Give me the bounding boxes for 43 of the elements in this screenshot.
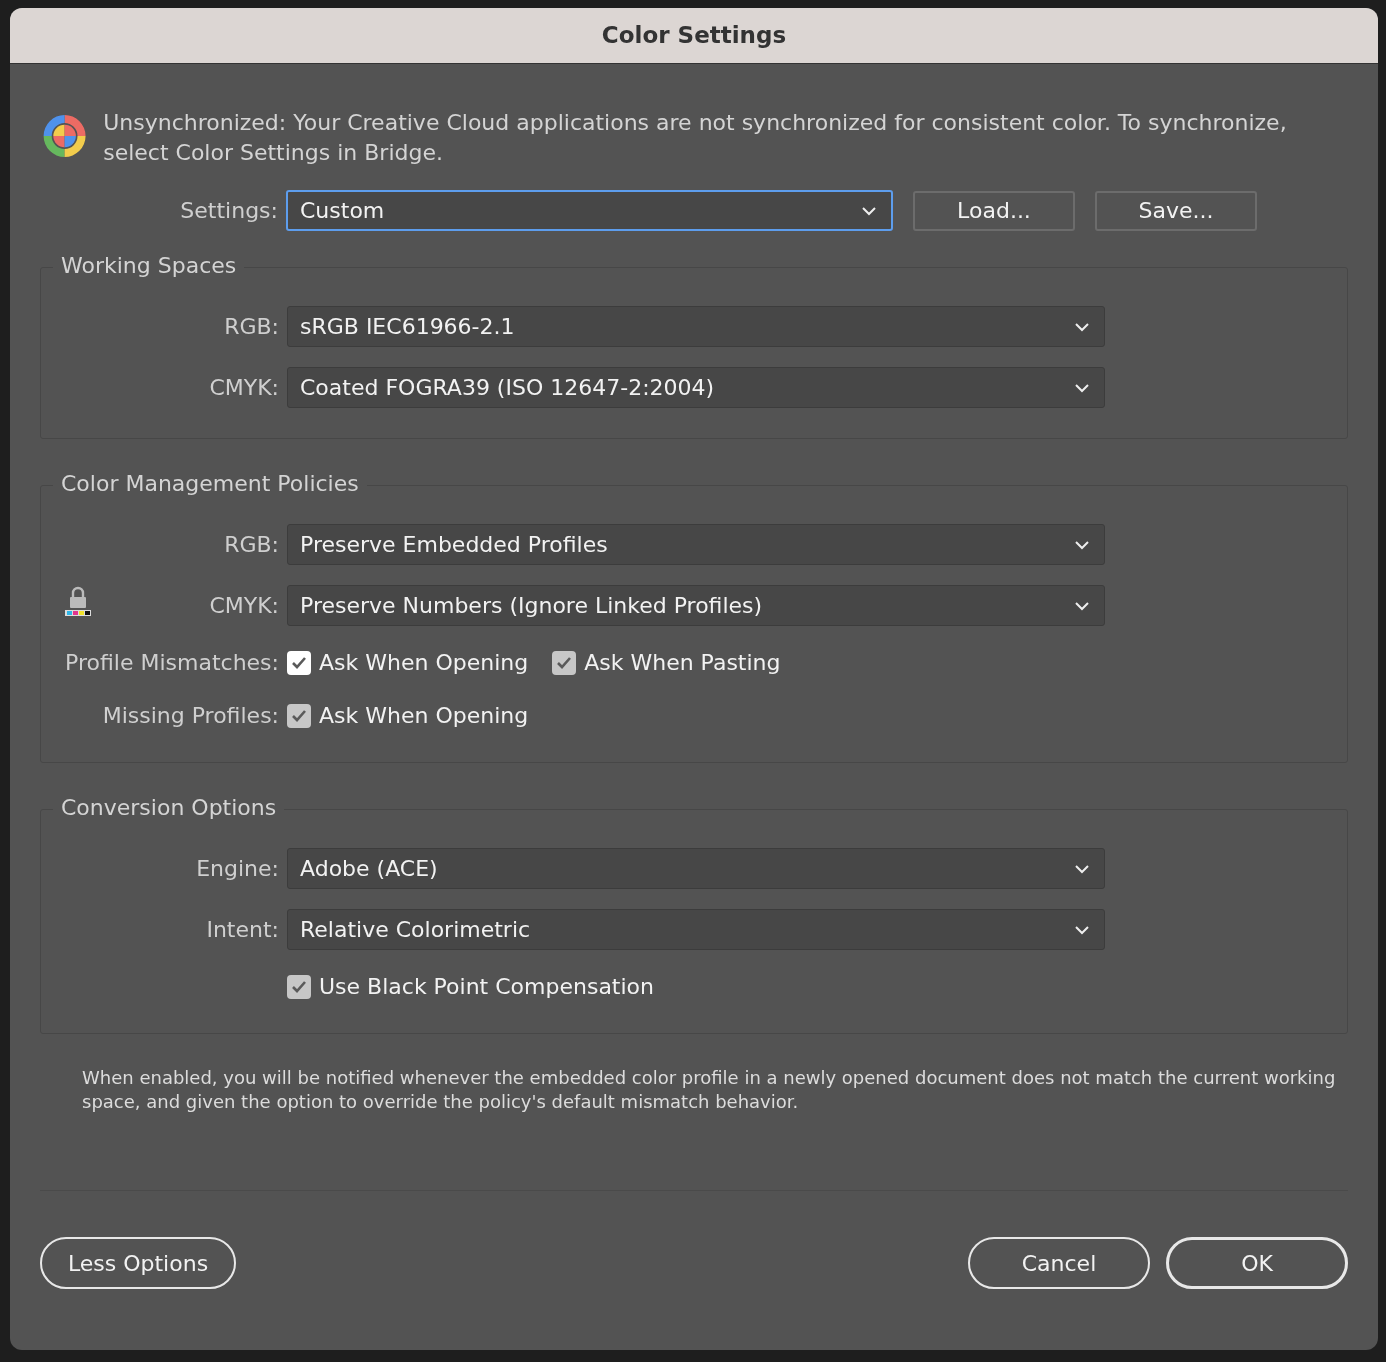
dropdown[interactable]: Relative Colorimetric	[287, 909, 1105, 950]
field-label: CMYK:	[208, 592, 280, 620]
chevron-down-icon	[861, 205, 877, 216]
checkbox-label: Ask When Pasting	[584, 649, 781, 677]
field-label: CMYK:	[208, 374, 280, 402]
sync-warning-text: Unsynchronized: Your Creative Cloud applications are not synchronized for consistent color. To synchronize, select Color Settings in Bridge.	[103, 109, 1288, 167]
button[interactable]: Less Options	[40, 1237, 236, 1289]
chevron-down-icon	[1074, 924, 1090, 935]
checkmark-icon	[556, 655, 573, 670]
button[interactable]: Cancel	[968, 1237, 1150, 1289]
chevron-down-icon	[1074, 539, 1090, 550]
button[interactable]: Load...	[913, 190, 1075, 231]
field-label: RGB:	[223, 313, 280, 341]
checkmark-icon	[291, 655, 307, 670]
button[interactable]: Save...	[1095, 190, 1257, 231]
checkbox-label: Ask When Opening	[319, 649, 529, 677]
field-label: Engine:	[195, 855, 280, 883]
dropdown[interactable]: Preserve Embedded Profiles	[287, 524, 1105, 565]
dropdown[interactable]: Coated FOGRA39 (ISO 12647-2:2004)	[287, 367, 1105, 408]
checkbox[interactable]	[287, 703, 311, 728]
field-label: Settings:	[179, 197, 279, 225]
field-label: Missing Profiles:	[101, 702, 280, 730]
dropdown[interactable]: Adobe (ACE)	[287, 848, 1105, 889]
checkbox[interactable]	[287, 650, 311, 675]
window-title: Color Settings	[10, 8, 1378, 64]
chevron-down-icon	[1074, 382, 1090, 393]
chevron-down-icon	[1074, 321, 1090, 332]
button[interactable]: OK	[1166, 1237, 1348, 1289]
dropdown[interactable]: Preserve Numbers (Ignore Linked Profiles)	[287, 585, 1105, 626]
checkmark-icon	[291, 708, 307, 723]
field-label: Profile Mismatches:	[64, 649, 280, 677]
field-label: RGB:	[223, 531, 280, 559]
checkbox[interactable]	[287, 974, 311, 999]
field-label: Intent:	[205, 916, 280, 944]
chevron-down-icon	[1074, 600, 1090, 611]
dropdown[interactable]: sRGB IEC61966-2.1	[287, 306, 1105, 347]
description-text: When enabled, you will be notified whenever the embedded color profile in a newly opened document does not match the current working space, and given the option to override the policy's default mismatch behavior.	[82, 1066, 1337, 1114]
checkbox[interactable]	[552, 650, 577, 675]
checkbox-label: Ask When Opening	[319, 702, 529, 730]
checkmark-icon	[291, 979, 307, 994]
chevron-down-icon	[1074, 863, 1090, 874]
checkbox-label: Use Black Point Compensation	[319, 973, 654, 1001]
dropdown[interactable]: Custom	[286, 190, 893, 231]
